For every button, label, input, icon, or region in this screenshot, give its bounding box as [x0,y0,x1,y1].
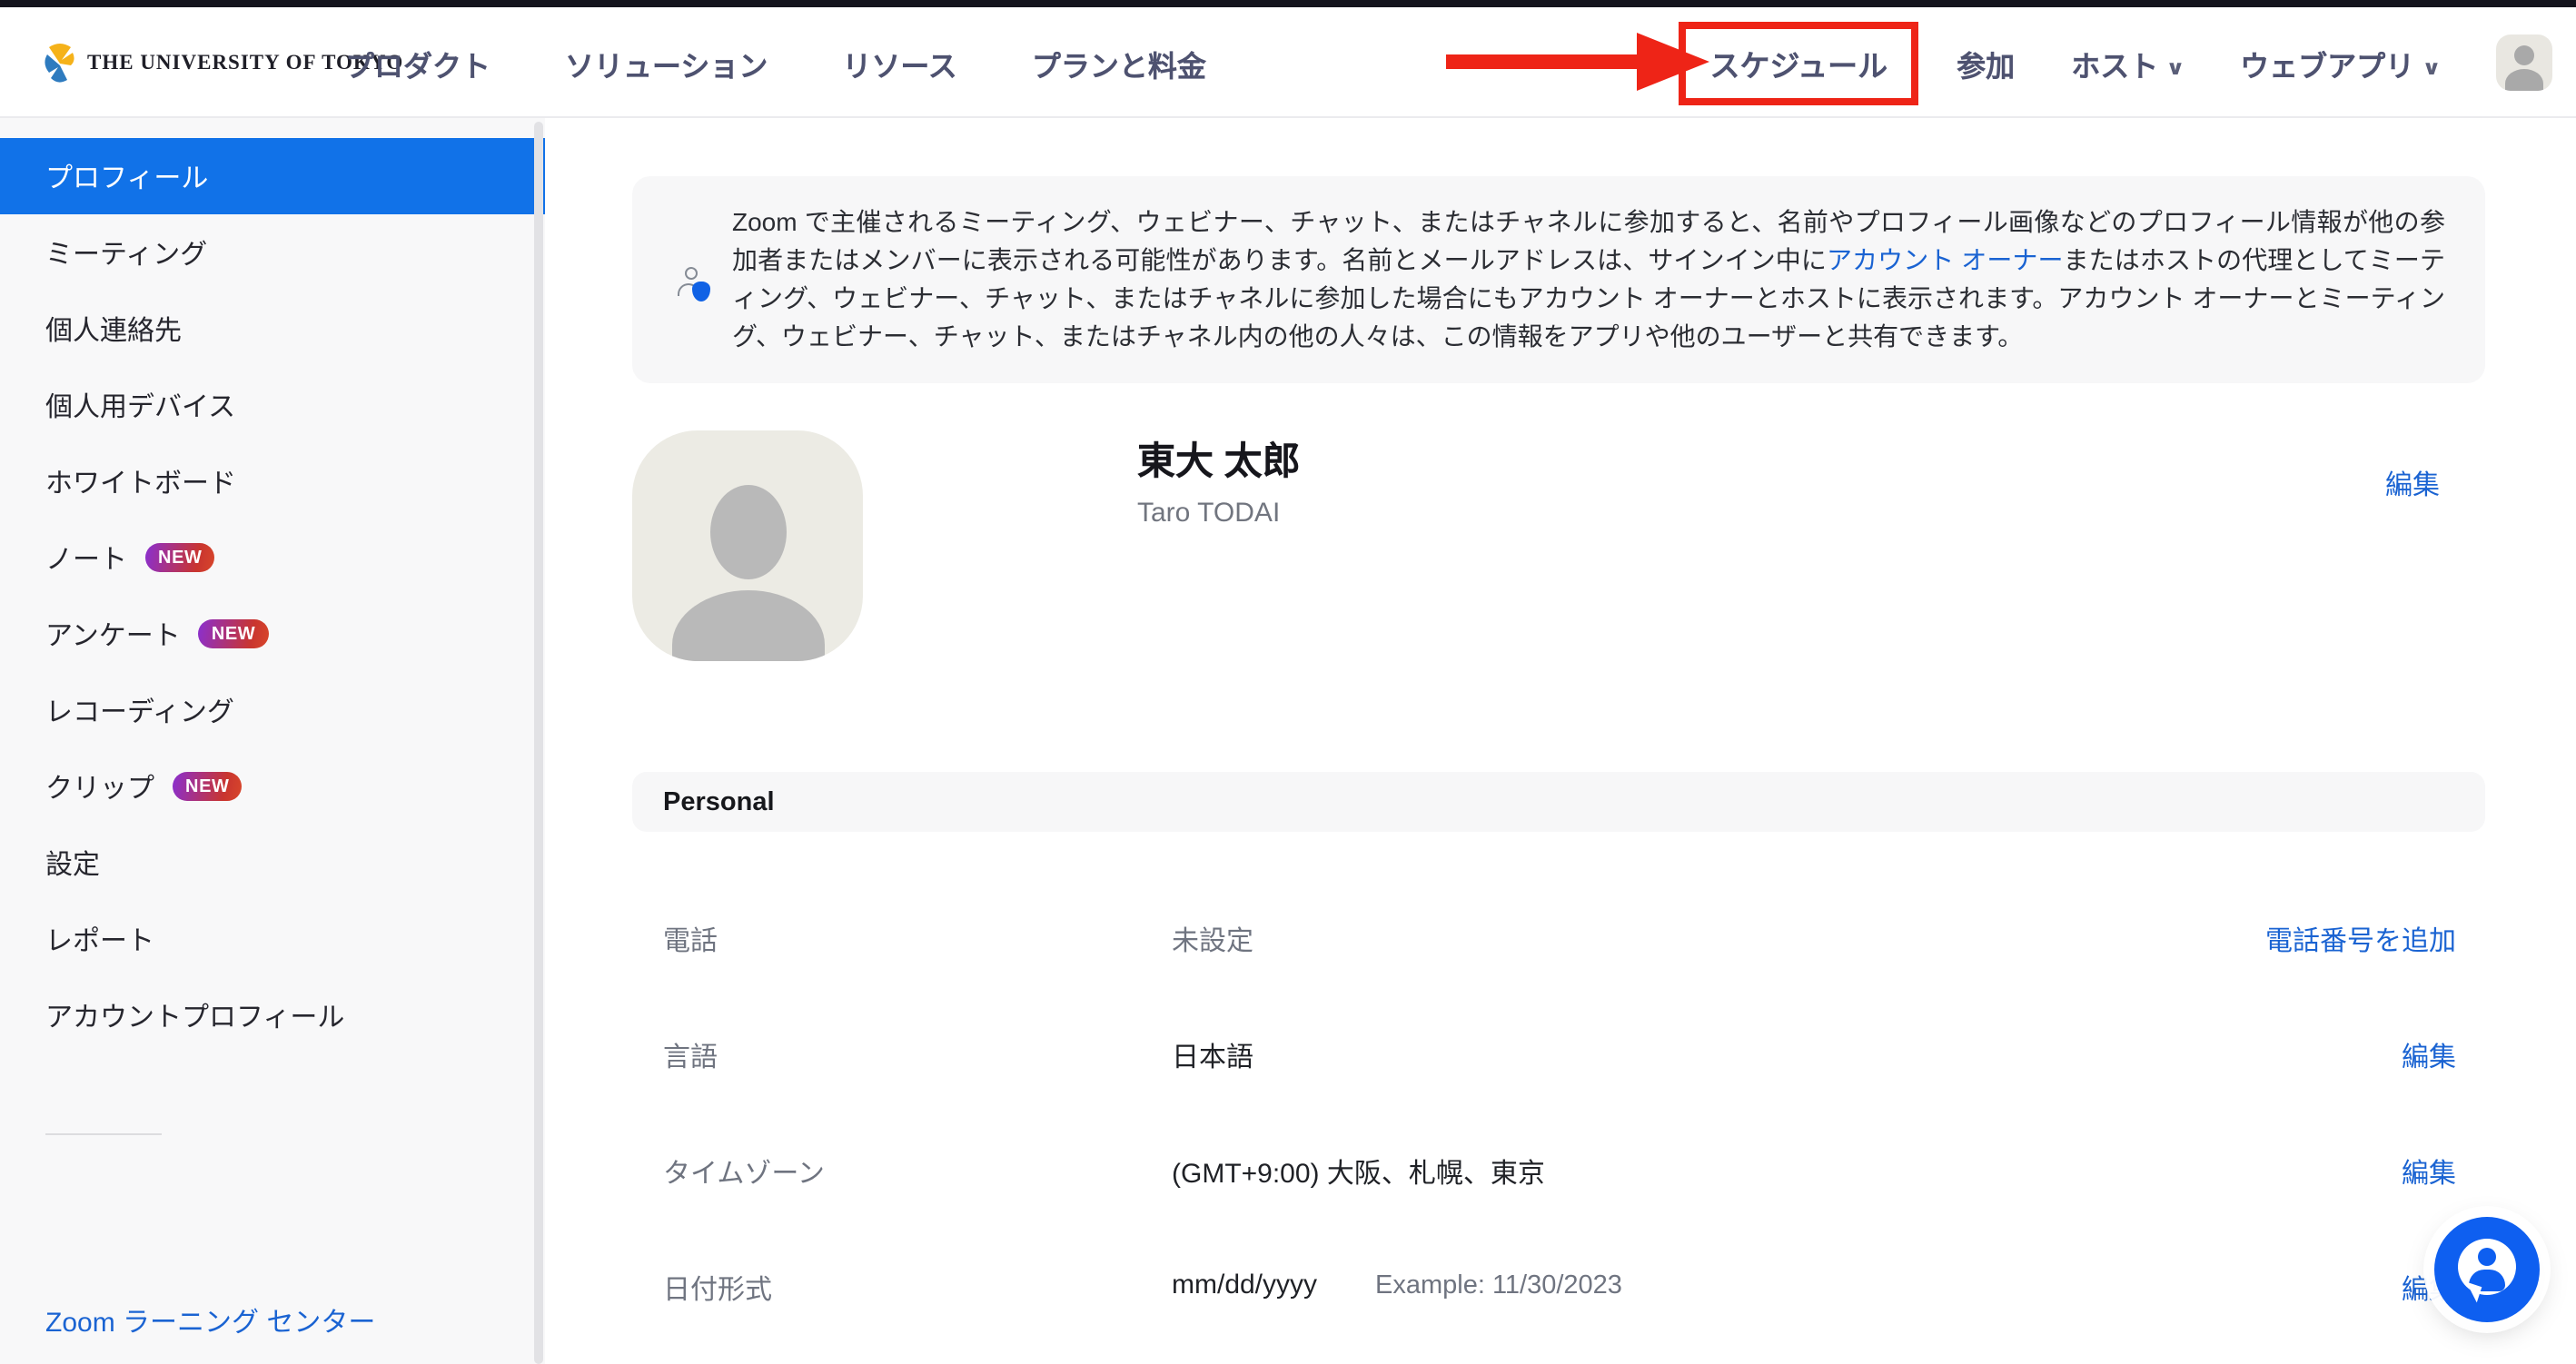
sidebar-item-label: アンケート [45,615,181,653]
sidebar-item[interactable]: ホワイトボード [0,443,545,519]
support-chat-button[interactable] [2434,1217,2540,1322]
row-value: mm/dd/yyyy [1172,1270,1317,1300]
sidebar-divider [45,1133,162,1135]
row-value: 未設定 [1172,921,1253,959]
nav-item-0[interactable]: プロダクト [345,41,490,84]
personal-section-header: Personal [632,772,2485,832]
account-nav: スケジュール 参加 ホスト∨ ウェブアプリ∨ [1679,7,2552,118]
ginkgo-leaf-icon [44,43,76,83]
profile-romanized-name: Taro TODAI [1137,498,1280,529]
personal-section-title: Personal [663,787,775,816]
table-row-date-format: 日付形式 mm/dd/yyyy Example: 11/30/2023 編集 [632,1270,2485,1310]
top-navbar: THE UNIVERSITY OF TOKYO プロダクトソリューションリソース… [0,0,2576,118]
row-label: 言語 [663,1037,718,1075]
sidebar-item[interactable]: クリップ NEW [0,748,545,825]
nav-item-join[interactable]: 参加 [1957,41,2015,84]
sidebar-scrollbar[interactable] [534,122,543,1364]
account-owner-link[interactable]: アカウント オーナー [1827,245,2064,274]
sidebar-footer-links: Zoom ラーニング センタービデオチュートリアルナレッジベース [45,1302,375,1364]
sidebar-item-label: プロフィール [45,157,208,195]
page: THE UNIVERSITY OF TOKYO プロダクトソリューションリソース… [0,0,2576,1364]
nav-item-3[interactable]: プランと料金 [1032,41,1206,84]
table-row-timezone: タイムゾーン (GMT+9:00) 大阪、札幌、東京 編集 [632,1153,2485,1193]
add-phone-link[interactable]: 電話番号を追加 [2265,921,2456,959]
sidebar-item-label: レコーディング [45,691,234,729]
sidebar-item-label: ノート [45,539,127,577]
row-label: 日付形式 [663,1270,772,1308]
sidebar-item[interactable]: ノート NEW [0,519,545,596]
user-avatar-button[interactable] [2496,35,2552,91]
sidebar-item[interactable]: アンケート NEW [0,596,545,672]
sidebar-item-label: アカウントプロフィール [45,996,344,1034]
profile-display-name: 東大 太郎 [1137,432,1301,487]
sidebar-item-label: ホワイトボード [45,462,236,500]
row-value: 日本語 [1172,1037,1253,1075]
sidebar-item[interactable]: レポート [0,901,545,977]
row-value: (GMT+9:00) 大阪、札幌、東京 [1172,1153,1545,1191]
sidebar: プロフィールミーティング個人連絡先個人用デバイスホワイトボードノートNEWアンケ… [0,118,545,1364]
sidebar-item[interactable]: プロフィール [0,138,545,214]
new-badge: NEW [173,773,242,801]
nav-item-1[interactable]: ソリューション [565,41,768,84]
nav-item-webapp[interactable]: ウェブアプリ∨ [2240,41,2440,84]
sidebar-item[interactable]: ミーティング [0,214,545,291]
chat-bubble-person-icon [2458,1239,2516,1295]
profile-edit-link[interactable]: 編集 [2385,465,2440,503]
sidebar-item-label: 個人連絡先 [45,310,182,348]
sidebar-footer-link[interactable]: Zoom ラーニング センター [45,1302,375,1340]
sidebar-item[interactable]: 個人連絡先 [0,291,545,367]
sidebar-item[interactable]: 設定 [0,825,545,901]
browser-top-strip [0,0,2576,7]
person-shield-icon [672,267,712,307]
nav-item-2[interactable]: リソース [842,41,956,84]
edit-timezone-link[interactable]: 編集 [2402,1153,2456,1191]
sidebar-item-label: 個人用デバイス [45,386,235,424]
sidebar-item[interactable]: アカウントプロフィール [0,977,545,1053]
table-row-phone: 電話 未設定 電話番号を追加 [632,921,2485,961]
main-content: Zoom で主催されるミーティング、ウェビナー、チャット、またはチャネルに参加す… [545,118,2576,1364]
chevron-down-icon: ∨ [2165,55,2185,79]
profile-avatar[interactable] [632,430,863,661]
privacy-notice-panel: Zoom で主催されるミーティング、ウェビナー、チャット、またはチャネルに参加す… [632,176,2485,383]
sidebar-item[interactable]: 個人用デバイス [0,367,545,443]
sidebar-item-label: 設定 [45,844,100,882]
row-example-note: Example: 11/30/2023 [1375,1271,1622,1300]
new-badge: NEW [199,620,268,648]
annotation-arrow [1446,54,1637,69]
sidebar-item-label: ミーティング [45,233,207,272]
row-label: 電話 [663,921,718,959]
nav-item-host[interactable]: ホスト∨ [2071,41,2184,84]
sidebar-menu: プロフィールミーティング個人連絡先個人用デバイスホワイトボードノートNEWアンケ… [0,138,545,1053]
edit-language-link[interactable]: 編集 [2402,1037,2456,1075]
sidebar-item[interactable]: レコーディング [0,672,545,748]
sidebar-item-label: クリップ [45,767,154,806]
privacy-notice-text: Zoom で主催されるミーティング、ウェビナー、チャット、またはチャネルに参加す… [732,203,2445,356]
sidebar-item-label: レポート [45,920,154,958]
chevron-down-icon: ∨ [2422,55,2441,79]
primary-nav: プロダクト ソリューション リソース プランと料金 [345,7,1206,118]
table-row-language: 言語 日本語 編集 [632,1037,2485,1077]
nav-item-schedule[interactable]: スケジュール [1679,21,1918,104]
new-badge: NEW [145,544,214,572]
row-label: タイムゾーン [663,1153,825,1191]
